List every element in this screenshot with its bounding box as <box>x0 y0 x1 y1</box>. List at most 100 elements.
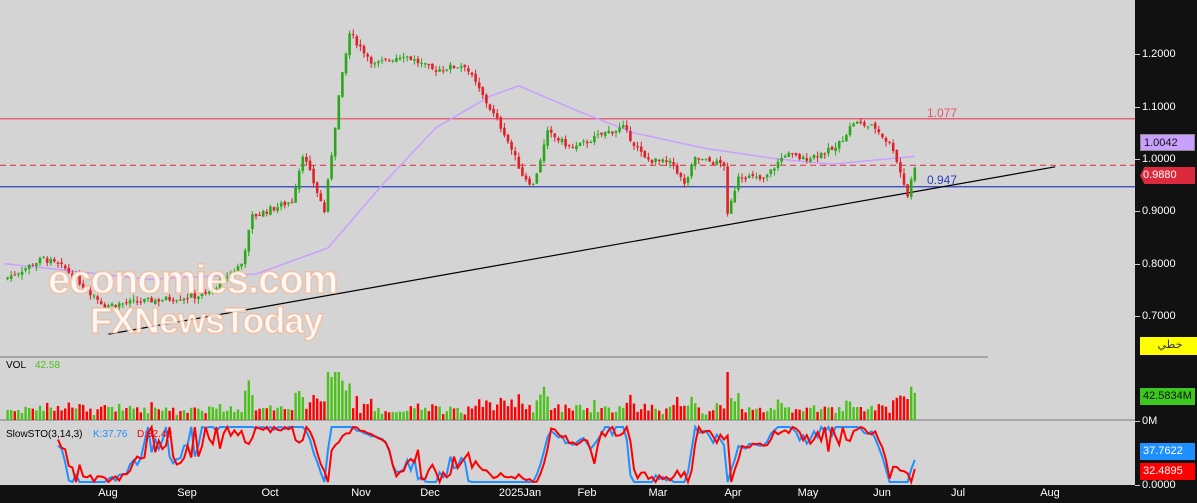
chart-type-button[interactable]: خطي <box>1140 337 1197 355</box>
volume-bar <box>906 399 909 420</box>
candle-body <box>902 173 906 185</box>
volume-bar <box>182 410 186 420</box>
price-axis[interactable]: 1.2000 1.1000 1.0000 0.9000 0.8000 0.700… <box>1134 0 1197 503</box>
volume-bar <box>902 396 906 420</box>
candle-body <box>290 201 294 203</box>
volume-bar <box>290 410 294 420</box>
candle-body <box>294 187 297 203</box>
month-label: Nov <box>351 487 371 499</box>
candle-body <box>895 149 899 162</box>
volume-bar <box>629 394 632 420</box>
volume-bar <box>643 403 646 420</box>
candle-body <box>765 174 769 178</box>
volume-bar <box>420 409 423 420</box>
volume-bar <box>366 404 369 420</box>
volume-axis-tag: 42.5834M <box>1140 388 1195 405</box>
candle-body <box>463 64 467 68</box>
candle-body <box>647 157 650 160</box>
watermark-economies: economies.com <box>47 257 339 303</box>
volume-bar <box>222 411 225 420</box>
candle-body <box>593 135 596 143</box>
month-label: Aug <box>98 487 118 499</box>
volume-bar <box>470 408 474 420</box>
candle-body <box>279 202 283 207</box>
candle-body <box>441 70 445 72</box>
volume-bar <box>352 408 355 420</box>
candle-body <box>888 141 891 143</box>
candle-body <box>683 178 686 184</box>
volume-bar <box>64 408 67 420</box>
volume-bar <box>89 408 92 420</box>
volume-bar <box>35 410 38 420</box>
volume-bar <box>481 406 484 420</box>
volume-bar <box>773 409 776 420</box>
candle-body <box>863 122 866 126</box>
chart-canvas[interactable] <box>0 0 1135 485</box>
candle-body <box>582 140 585 142</box>
candle-body <box>650 159 654 163</box>
candle-body <box>409 56 413 60</box>
volume-bar <box>586 408 589 420</box>
volume-bar <box>809 407 812 420</box>
candle-body <box>675 165 679 174</box>
volume-bar <box>49 407 52 420</box>
candle-body <box>870 124 873 126</box>
volume-bar <box>838 407 841 420</box>
candle-body <box>755 176 758 178</box>
candle-body <box>427 63 431 66</box>
stoch-k-tag: 37.7622 <box>1140 443 1195 460</box>
candle-body <box>560 138 564 143</box>
volume-bar <box>323 401 326 420</box>
candle-body <box>416 58 420 64</box>
volume-bar <box>600 408 603 420</box>
candle-body <box>395 58 398 62</box>
time-axis[interactable]: Aug Sep Oct Nov Dec 2025Jan Feb Mar Apr May Jun Jul… <box>74 485 1135 503</box>
candle-body <box>697 158 701 160</box>
volume-bar <box>704 414 708 420</box>
volume-bar <box>650 404 654 420</box>
volume-value: 42.58 <box>35 360 61 371</box>
volume-bar <box>74 408 78 420</box>
candle-body <box>492 108 495 114</box>
volume-bar <box>28 407 31 420</box>
volume-bar <box>359 412 362 420</box>
volume-bar <box>632 403 636 420</box>
chart-plot-area[interactable]: economies.com FXNewsToday 1.077 0.947 VO… <box>0 0 1135 485</box>
volume-bar <box>114 411 117 420</box>
volume-bar <box>46 402 49 420</box>
volume-bar <box>712 410 715 420</box>
month-label: Aug <box>1040 487 1060 499</box>
candle-body <box>668 160 672 164</box>
candle-body <box>312 168 315 184</box>
volume-bar <box>384 411 387 420</box>
volume-bar <box>474 405 477 420</box>
volume-bar <box>362 403 366 420</box>
volume-bar <box>406 410 409 420</box>
volume-bar <box>456 407 459 420</box>
candle-body <box>434 70 438 72</box>
candle-body <box>485 94 488 104</box>
candle-body <box>269 206 272 215</box>
volume-bar <box>143 407 146 420</box>
volume-bar <box>110 406 114 420</box>
volume-bar <box>463 414 466 420</box>
volume-bar <box>13 411 16 420</box>
volume-bar <box>168 410 171 420</box>
candle-body <box>794 153 798 156</box>
volume-bar <box>434 405 438 420</box>
volume-bar <box>370 398 373 420</box>
candle-body <box>823 153 827 155</box>
volume-bar <box>834 412 837 420</box>
volume-bar <box>877 404 880 420</box>
candle-body <box>600 132 603 135</box>
volume-bar <box>816 411 819 420</box>
candle-body <box>758 175 762 179</box>
volume-bar <box>100 406 103 420</box>
volume-bar <box>856 407 859 420</box>
volume-bar <box>312 394 315 420</box>
volume-bar <box>859 406 862 420</box>
candle-body <box>719 159 722 164</box>
candle-body <box>254 213 258 217</box>
volume-bar <box>830 407 834 420</box>
volume-bar <box>316 398 319 420</box>
